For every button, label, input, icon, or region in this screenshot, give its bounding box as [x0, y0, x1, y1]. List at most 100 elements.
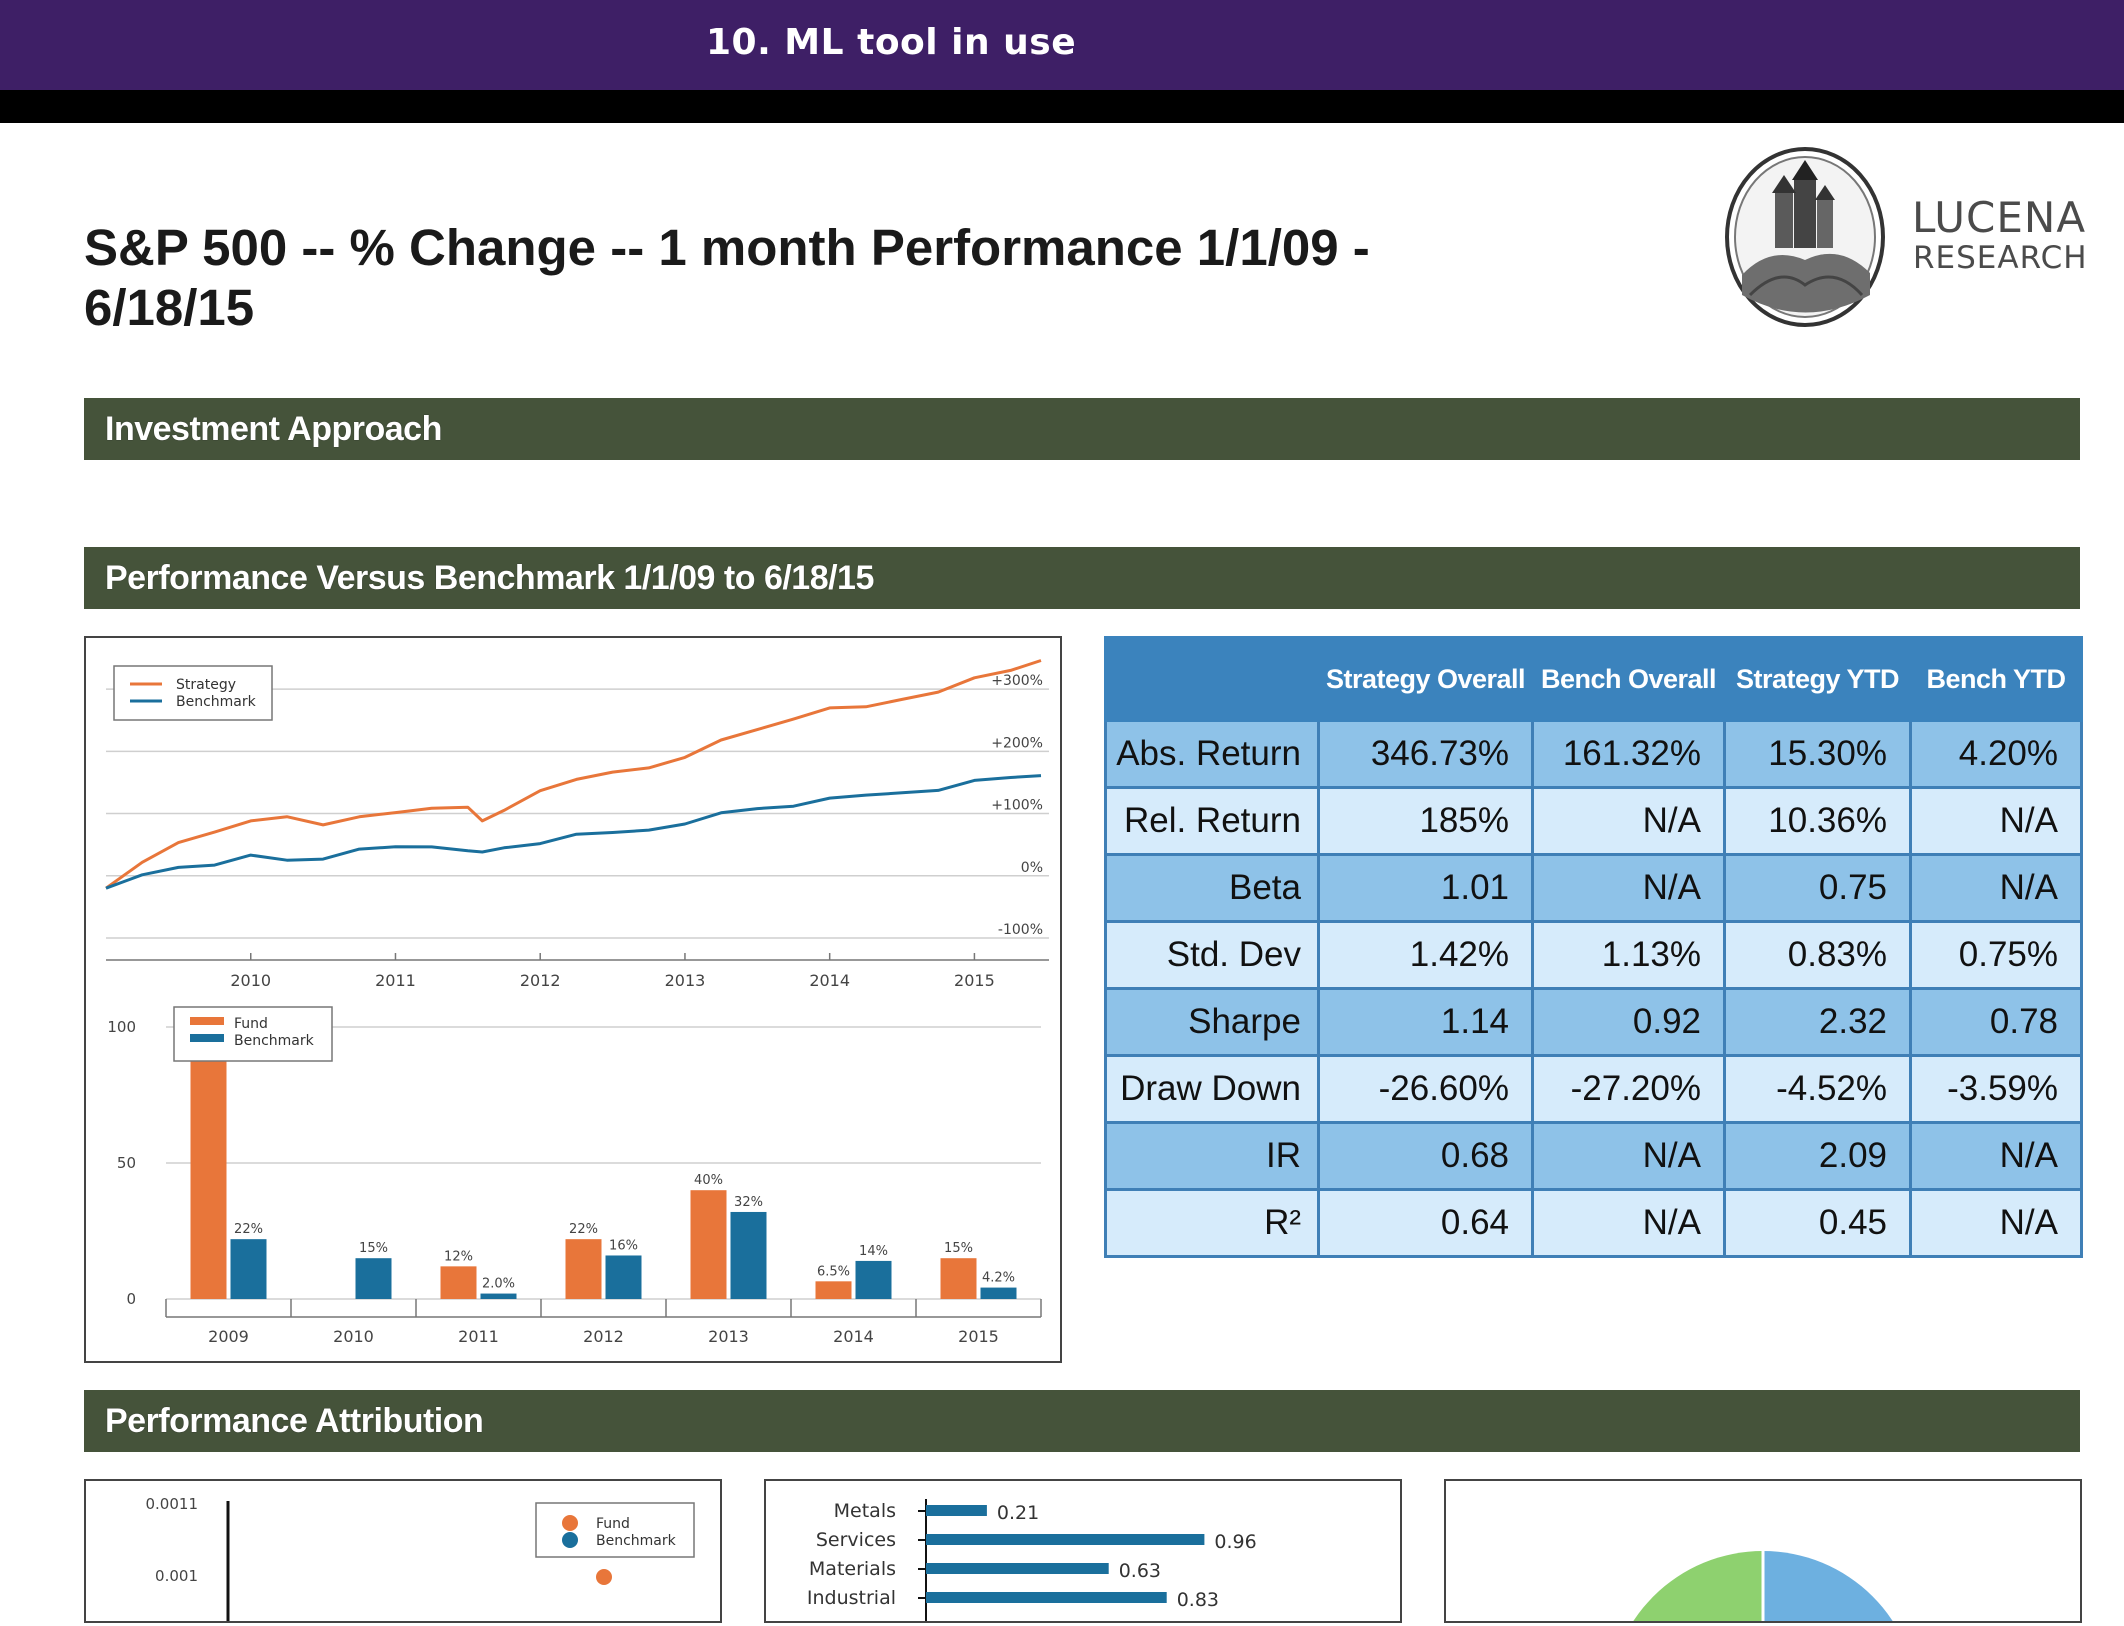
section-investment-approach: Investment Approach: [84, 398, 2080, 460]
hbar-materials: [926, 1563, 1109, 1574]
bar-benchmark-2010: [355, 1258, 392, 1299]
table-cell: -4.52%: [1723, 1054, 1912, 1124]
table-cell: 1.13%: [1531, 920, 1726, 990]
header-divider: [0, 90, 2124, 123]
table-header: Bench YTD: [1909, 636, 2083, 722]
bar-data-label: 0.83: [1177, 1589, 1219, 1611]
table-row: Draw Down -26.60% -27.20% -4.52% -3.59%: [1104, 1054, 2083, 1124]
table-cell: 2.32: [1723, 987, 1912, 1057]
table-cell: N/A: [1909, 1188, 2083, 1258]
y-tick-label: -100%: [998, 922, 1043, 938]
row-label: IR: [1104, 1121, 1320, 1191]
bar-fund-2011: [440, 1266, 477, 1299]
table-cell: 0.92: [1531, 987, 1726, 1057]
x-tick-label: 2010: [230, 971, 271, 990]
x-tick-label: 2012: [520, 971, 561, 990]
hbar-metals: [926, 1505, 987, 1516]
lucena-logo-icon: [1725, 147, 1885, 327]
x-tick-label: 2010: [333, 1327, 374, 1346]
table-row: Beta 1.01 N/A 0.75 N/A: [1104, 853, 2083, 923]
presentation-header: 10. ML tool in use: [0, 0, 2124, 90]
bar-benchmark-2009: [230, 1239, 267, 1299]
bar-data-label: 12%: [444, 1249, 473, 1264]
bar-data-label: 2.0%: [482, 1277, 515, 1292]
y-tick-label: 0.001: [155, 1567, 198, 1585]
bar-benchmark-2015: [980, 1287, 1017, 1299]
bar-data-label: 0.63: [1119, 1560, 1161, 1582]
legend-label: Benchmark: [596, 1533, 677, 1549]
table-cell: N/A: [1531, 853, 1726, 923]
table-cell: 161.32%: [1531, 719, 1726, 789]
pie-chart-svg: [1630, 1551, 1896, 1626]
category-label: Industrial: [807, 1587, 896, 1609]
bar-fund-2015: [940, 1258, 977, 1299]
table-cell: 0.78: [1909, 987, 2083, 1057]
table-cell: N/A: [1909, 853, 2083, 923]
bar-data-label: 0.96: [1214, 1531, 1256, 1553]
table-header-row: Strategy Overall Bench Overall Strategy …: [1104, 636, 2083, 722]
table-cell: 0.45: [1723, 1188, 1912, 1258]
table-cell: 1.42%: [1317, 920, 1534, 990]
bar-chart-svg: 100 50 0 2009 22% 2010 15% 2011 12% 2.0% 2012 22% 16…: [107, 1006, 1042, 1346]
x-tick-label: 2011: [375, 971, 416, 990]
legend-swatch: [562, 1515, 578, 1531]
legend-label: Strategy: [176, 677, 236, 693]
x-tick-label: 2013: [665, 971, 706, 990]
x-tick-label: 2014: [833, 1327, 874, 1346]
legend-swatch: [562, 1532, 578, 1548]
table-header: Strategy Overall: [1317, 636, 1534, 722]
row-label: Rel. Return: [1104, 786, 1320, 856]
table-cell: 1.14: [1317, 987, 1534, 1057]
bar-fund-2012: [565, 1239, 602, 1299]
line-chart-svg: +300% +200% +100% 0% -100% 2010 2011 2012 2013 20…: [105, 659, 1049, 990]
bar-benchmark-2012: [605, 1255, 642, 1299]
table-cell: 0.68: [1317, 1121, 1534, 1191]
table-row: R² 0.64 N/A 0.45 N/A: [1104, 1188, 2083, 1258]
table-row: Abs. Return 346.73% 161.32% 15.30% 4.20%: [1104, 719, 2083, 789]
logo-subtitle: RESEARCH: [1913, 240, 2088, 276]
x-tick-label: 2014: [809, 971, 850, 990]
series-line-benchmark: [105, 774, 1042, 890]
legend-label: Benchmark: [234, 1033, 315, 1049]
annual-returns-chart: 100 50 0 2009 22% 2010 15% 2011 12% 2.0% 2012 22% 16…: [84, 999, 1062, 1363]
row-label: R²: [1104, 1188, 1320, 1258]
attribution-scatter-chart: 0.0011 0.001 Fund Benchmark: [84, 1479, 722, 1623]
x-tick-label: 2009: [208, 1327, 249, 1346]
row-label: Abs. Return: [1104, 719, 1320, 789]
table-cell: 0.64: [1317, 1188, 1534, 1258]
legend-swatch: [190, 1034, 224, 1042]
legend-label: Fund: [596, 1516, 630, 1532]
bar-data-label: 40%: [694, 1173, 723, 1188]
y-tick-label: +100%: [991, 798, 1043, 814]
section-performance-vs-benchmark: Performance Versus Benchmark 1/1/09 to 6…: [84, 547, 2080, 609]
table-cell: -26.60%: [1317, 1054, 1534, 1124]
table-row: Sharpe 1.14 0.92 2.32 0.78: [1104, 987, 2083, 1057]
table-cell: -3.59%: [1909, 1054, 2083, 1124]
pie-slice: [1630, 1551, 1763, 1626]
hbar-chart-svg: Metals 0.21 Services 0.96 Materials 0.63 Indus…: [807, 1499, 1257, 1621]
bar-data-label: 22%: [234, 1222, 263, 1237]
table-row: Std. Dev 1.42% 1.13% 0.83% 0.75%: [1104, 920, 2083, 990]
x-tick-label: 2015: [954, 971, 995, 990]
x-tick-label: 2011: [458, 1327, 499, 1346]
logo-name: LUCENA: [1912, 193, 2087, 242]
row-label: Std. Dev: [1104, 920, 1320, 990]
legend-box: [113, 665, 273, 721]
x-tick-label: 2013: [708, 1327, 749, 1346]
sector-attribution-chart: Metals 0.21 Services 0.96 Materials 0.63 Indus…: [764, 1479, 1402, 1623]
table-header: Bench Overall: [1531, 636, 1726, 722]
table-cell: 185%: [1317, 786, 1534, 856]
table-cell: 2.09: [1723, 1121, 1912, 1191]
bar-benchmark-2014: [855, 1260, 892, 1299]
table-cell: N/A: [1909, 1121, 2083, 1191]
section-performance-attribution: Performance Attribution: [84, 1390, 2080, 1452]
bar-benchmark-2013: [730, 1211, 767, 1299]
table-header: Strategy YTD: [1723, 636, 1912, 722]
scatter-point: [596, 1569, 612, 1585]
bar-fund-2009: [190, 1054, 227, 1299]
slide-title: 10. ML tool in use: [706, 22, 1077, 63]
table-cell: 0.75%: [1909, 920, 2083, 990]
category-label: Materials: [809, 1558, 896, 1580]
y-tick-label: 0.0011: [146, 1495, 199, 1513]
table-cell: 4.20%: [1909, 719, 2083, 789]
